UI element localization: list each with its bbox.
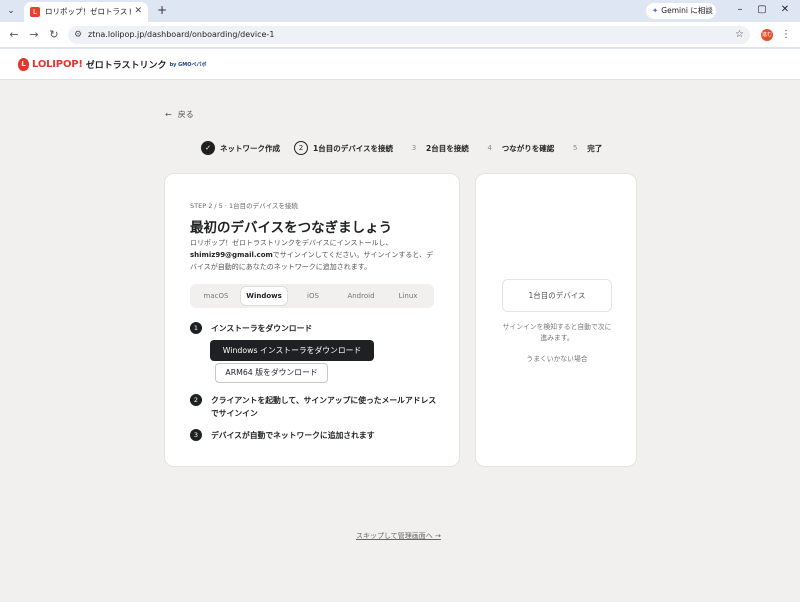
tab-search-icon[interactable]: ⌄ — [4, 4, 18, 18]
user-email: shimiz99@gmail.com — [190, 251, 273, 259]
back-link-label: 戻る — [177, 110, 194, 119]
instruction-step-3: 3 デバイスが自動でネットワークに追加されます — [190, 429, 450, 442]
page-title: 最初のデバイスをつなぎましょう — [190, 220, 393, 236]
step-number: 2 — [294, 141, 308, 155]
tab-title: ロリポップ！ゼロトラストリンク byGMO — [45, 7, 131, 16]
back-link[interactable]: ← 戻る — [165, 109, 194, 121]
back-arrow-icon[interactable]: ← — [7, 28, 21, 42]
tab-android[interactable]: Android — [338, 287, 384, 305]
step-label: ネットワーク作成 — [220, 143, 280, 153]
instruction-text: クライアントを起動して、サインアップに使ったメールアドレスでサインイン — [211, 396, 437, 418]
instruction-number: 2 — [190, 394, 202, 406]
reload-icon[interactable]: ↻ — [47, 28, 61, 42]
stepper-step-1: ✓ ネットワーク作成 — [201, 141, 280, 155]
onboarding-stepper: ✓ ネットワーク作成 2 1台目のデバイスを接続 3 2台目を接続 4 つながり… — [201, 140, 616, 156]
stepper-step-2: 2 1台目のデバイスを接続 — [294, 141, 393, 155]
step-label: 1台目のデバイスを接続 — [313, 143, 393, 153]
tab-linux[interactable]: Linux — [386, 287, 430, 305]
device-status-card: 1台目のデバイス サインインを検知すると自動で次に進みます。 うまくいかない場合 — [475, 173, 637, 467]
page-content: L LOLIPOP! ゼロトラストリンク by GMOペパボ ← 戻る ✓ ネット… — [0, 49, 800, 602]
auto-advance-hint: サインインを検知すると自動で次に進みます。 — [502, 323, 612, 342]
brand-logo[interactable]: L LOLIPOP! ゼロトラストリンク by GMOペパボ — [18, 57, 206, 71]
tab-ios[interactable]: iOS — [290, 287, 336, 305]
step-number: 4 — [487, 144, 492, 152]
instruction-number: 1 — [190, 322, 202, 334]
bookmark-star-icon[interactable]: ☆ — [735, 28, 744, 42]
instruction-step-2: 2 クライアントを起動して、サインアップに使ったメールアドレスでサインイン — [190, 394, 440, 420]
browser-tab-bar: ⌄ L ロリポップ！ゼロトラストリンク byGMO ✕ + ✦Gemini に相… — [0, 0, 800, 22]
brand-product: ゼロトラストリンク — [85, 60, 167, 71]
gemini-label: Gemini に相談 — [661, 6, 713, 15]
app-header: L LOLIPOP! ゼロトラストリンク by GMOペパボ — [0, 49, 800, 80]
stepper-step-4: 4 つながりを確認 — [483, 141, 555, 155]
profile-avatar[interactable]: 進む — [761, 29, 773, 41]
step-label: 2台目を接続 — [426, 143, 469, 153]
desc-prefix: ロリポップ！ゼロトラストリンクをデバイスにインストールし、 — [190, 239, 393, 247]
card-description: ロリポップ！ゼロトラストリンクをデバイスにインストールし、 shimiz99@gm… — [190, 237, 440, 273]
instruction-number: 3 — [190, 429, 202, 441]
brand-name: LOLIPOP! — [32, 58, 83, 70]
step-number: 5 — [572, 144, 578, 152]
url-text[interactable]: ztna.lolipop.jp/dashboard/onboarding/dev… — [88, 29, 274, 41]
step-number: 3 — [411, 144, 417, 152]
skip-to-dashboard-link[interactable]: スキップして管理画面へ → — [356, 531, 441, 541]
back-link-arrow-icon: ← — [165, 110, 172, 119]
menu-kebab-icon[interactable]: ⋮ — [781, 28, 791, 42]
instruction-text: インストーラをダウンロード — [211, 324, 313, 333]
gemini-icon: ✦ — [652, 6, 659, 15]
new-tab-icon[interactable]: + — [155, 3, 169, 17]
step-label: つながりを確認 — [501, 143, 555, 153]
step-label: 完了 — [587, 143, 603, 153]
forward-arrow-icon[interactable]: → — [27, 28, 41, 42]
minimize-icon[interactable]: – — [733, 3, 747, 17]
site-settings-icon[interactable]: ⚙ — [74, 28, 82, 42]
instruction-step-1: 1 インストーラをダウンロード — [190, 322, 450, 335]
tab-windows[interactable]: Windows — [241, 287, 287, 305]
device-placeholder: 1台目のデバイス — [502, 279, 612, 312]
download-arm64-button[interactable]: ARM64 版をダウンロード — [215, 363, 328, 383]
instruction-text: デバイスが自動でネットワークに追加されます — [211, 431, 375, 440]
address-bar[interactable]: ⚙ ztna.lolipop.jp/dashboard/onboarding/d… — [68, 26, 750, 44]
browser-tab[interactable]: L ロリポップ！ゼロトラストリンク byGMO ✕ — [24, 2, 148, 22]
brand-by: by GMOペパボ — [169, 61, 207, 68]
stepper-step-3: 3 2台目を接続 — [407, 141, 469, 155]
gemini-button[interactable]: ✦ Gemini に相談 — [646, 3, 716, 19]
tab-close-icon[interactable]: ✕ — [134, 6, 142, 17]
os-tab-group: macOS Windows iOS Android Linux — [190, 284, 434, 308]
troubleshoot-link[interactable]: うまくいかない場合 — [500, 354, 614, 365]
step-check-icon: ✓ — [201, 141, 215, 155]
tab-macos[interactable]: macOS — [194, 287, 238, 305]
lolipop-flame-icon: L — [18, 57, 29, 71]
step-meta: STEP 2 / 5 · 1台目のデバイスを接続 — [190, 202, 298, 210]
lolipop-favicon-icon: L — [30, 7, 40, 17]
device-setup-card: STEP 2 / 5 · 1台目のデバイスを接続 最初のデバイスをつなぎましょう… — [164, 173, 460, 467]
maximize-icon[interactable]: ▢ — [755, 3, 769, 17]
browser-toolbar: ← → ↻ ⚙ ztna.lolipop.jp/dashboard/onboar… — [0, 22, 800, 48]
download-windows-installer-button[interactable]: Windows インストーラをダウンロード — [210, 340, 374, 361]
stepper-step-5: 5 完了 — [568, 141, 602, 155]
close-window-icon[interactable]: ✕ — [778, 3, 792, 17]
